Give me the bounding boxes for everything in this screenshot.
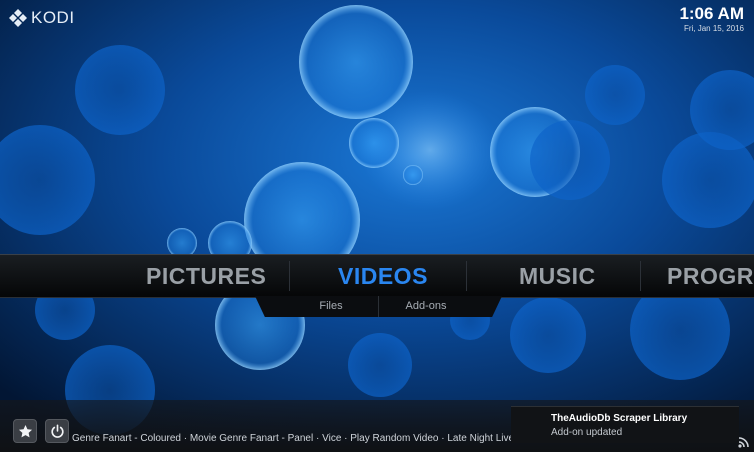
kodi-logo: KODI [9,8,75,28]
clock-date: Fri, Jan 15, 2016 [683,24,744,33]
notification-title: TheAudioDb Scraper Library [551,413,688,424]
menu-divider [289,261,290,291]
notification-message: Add-on updated [551,427,623,438]
menu-divider [466,261,467,291]
menu-divider [640,261,641,291]
power-button[interactable] [45,419,69,443]
submenu-item-addons[interactable]: Add-ons [379,296,473,317]
menu-item-music[interactable]: MUSIC [519,255,596,297]
clock-time: 1:06 AM [679,4,744,23]
notification-toast: TheAudioDb Scraper Library Add-on update… [511,406,739,443]
favourites-button[interactable] [13,419,37,443]
menu-item-programs[interactable]: PROGRA [667,255,754,297]
submenu-item-files[interactable]: Files [284,296,378,317]
menu-item-videos[interactable]: VIDEOS [338,255,428,297]
clock: 1:06 AM Fri, Jan 15, 2016 [679,4,744,34]
star-icon [18,424,32,437]
videos-submenu: Files Add-ons [255,296,502,317]
app-title: KODI [31,8,75,27]
menu-item-pictures[interactable]: PICTURES [146,255,266,297]
rss-icon [738,437,749,448]
bokeh-background [0,0,754,452]
power-icon [50,423,64,438]
main-menu: PICTURES VIDEOS MUSIC PROGRA [0,254,754,298]
kodi-logo-icon [9,9,27,27]
